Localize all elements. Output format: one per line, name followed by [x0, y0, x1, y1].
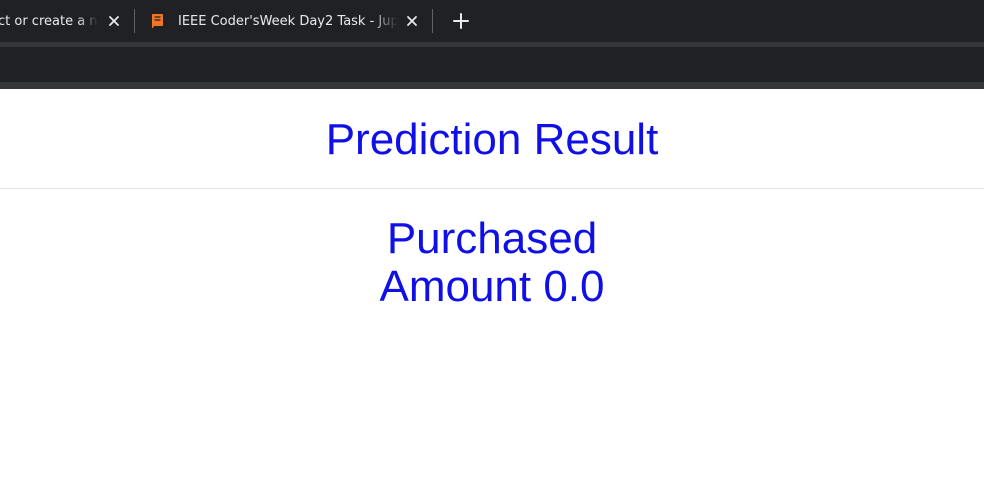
result-label: Purchased [386, 214, 598, 263]
close-icon[interactable] [106, 13, 122, 29]
close-icon[interactable] [404, 13, 420, 29]
page-divider [0, 188, 984, 189]
tab-title: ct or create a n [0, 13, 98, 29]
new-tab-button[interactable] [449, 9, 473, 33]
browser-chrome: ct or create a n IEEE Coder'sWeek Day2 T… [0, 0, 984, 89]
prediction-result: Purchased Amount 0.0 [0, 215, 984, 311]
page-title: Prediction Result [325, 115, 659, 164]
toolbar-divider [0, 82, 984, 89]
tab-strip: ct or create a n IEEE Coder'sWeek Day2 T… [0, 0, 984, 42]
tab-separator [134, 9, 135, 33]
result-amount: Amount 0.0 [379, 262, 605, 311]
tab-create-new[interactable]: ct or create a n [0, 0, 132, 42]
plus-icon [453, 13, 469, 29]
tab-separator [432, 9, 433, 33]
jupyter-notebook-icon [148, 12, 166, 30]
browser-toolbar [0, 47, 984, 82]
page-content: Prediction Result Purchased Amount 0.0 [0, 89, 984, 499]
tab-title: IEEE Coder'sWeek Day2 Task - Jup [178, 13, 398, 29]
tab-ieee-coders-week[interactable]: IEEE Coder'sWeek Day2 Task - Jup [140, 0, 430, 42]
